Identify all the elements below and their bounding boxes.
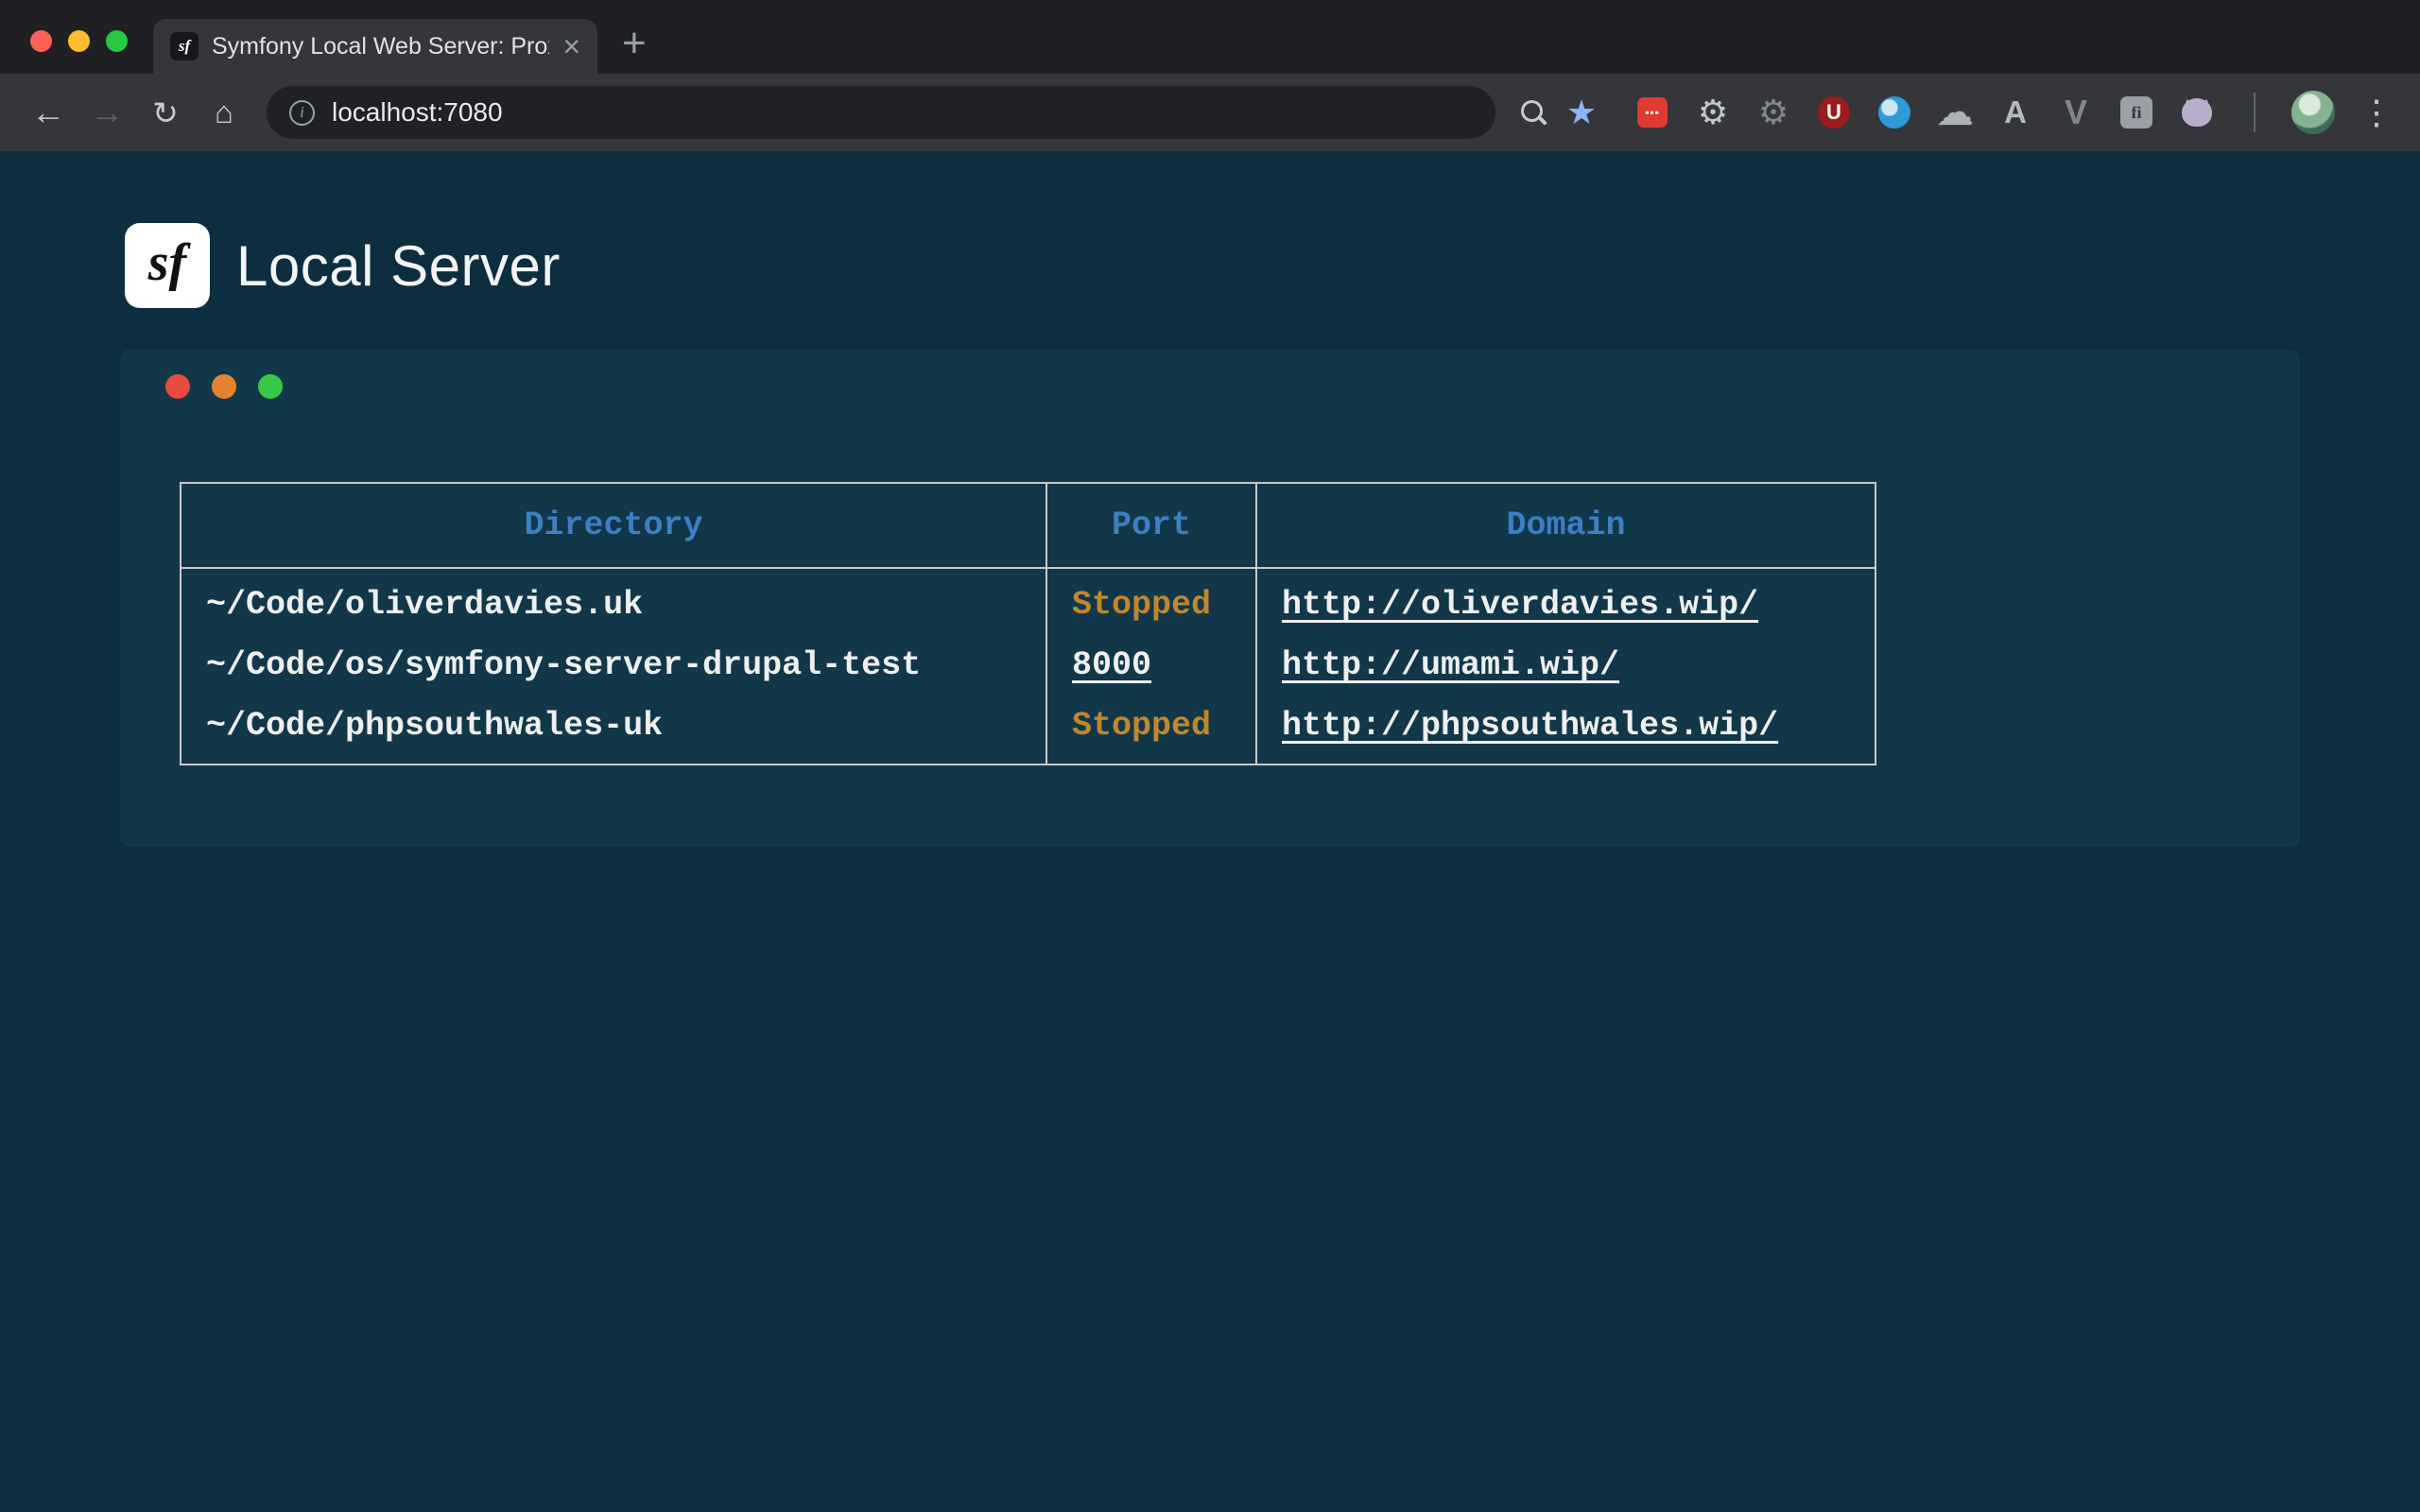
keyboard-extension-icon[interactable]: fi: [2116, 92, 2157, 133]
port-status: Stopped: [1046, 696, 1256, 765]
directory-cell: ~/Code/oliverdavies.uk: [181, 568, 1046, 635]
proxy-table: Directory Port Domain ~/Code/oliverdavie…: [180, 482, 1876, 765]
header-domain: Domain: [1256, 483, 1876, 568]
domain-link[interactable]: http://phpsouthwales.wip/: [1282, 707, 1778, 745]
tab-close-icon[interactable]: ×: [562, 31, 580, 61]
blue-circle-extension-glyph: [1878, 96, 1910, 129]
cloud-extension-icon[interactable]: ☁: [1934, 92, 1976, 133]
profile-avatar[interactable]: [2291, 91, 2335, 134]
page-title: Local Server: [236, 233, 561, 299]
zoom-icon[interactable]: [1511, 91, 1554, 134]
octocat-extension-glyph: [2182, 98, 2212, 127]
directory-cell: ~/Code/os/symfony-server-drupal-test: [181, 635, 1046, 696]
symfony-logo: sf: [125, 223, 210, 308]
domain-link[interactable]: http://oliverdavies.wip/: [1282, 586, 1758, 624]
table-header-row: Directory Port Domain: [181, 483, 1876, 568]
window-zoom-button[interactable]: [106, 30, 128, 52]
table-row: ~/Code/os/symfony-server-drupal-test 800…: [181, 635, 1876, 696]
terminal-dot-green: [258, 374, 283, 399]
forward-button[interactable]: →: [79, 93, 134, 132]
ublock-extension-glyph: U: [1818, 96, 1850, 129]
blue-circle-extension-icon[interactable]: [1874, 92, 1915, 133]
header-directory: Directory: [181, 483, 1046, 568]
keyboard-extension-glyph: fi: [2120, 96, 2152, 129]
port-status: Stopped: [1046, 568, 1256, 635]
red-grid-extension-icon[interactable]: •••: [1632, 92, 1673, 133]
header-port: Port: [1046, 483, 1256, 568]
letter-v-extension-icon[interactable]: V: [2055, 92, 2097, 133]
domain-link[interactable]: http://umami.wip/: [1282, 646, 1619, 684]
symfony-favicon-icon: sf: [170, 32, 199, 60]
browser-menu-button[interactable]: ⋮: [2354, 93, 2399, 132]
ublock-extension-icon[interactable]: U: [1813, 92, 1855, 133]
gear-extension-icon[interactable]: ⚙: [1692, 92, 1734, 133]
cog-extension-icon[interactable]: ⚙: [1753, 92, 1794, 133]
toolbar-separator: [2254, 93, 2256, 132]
extensions-row: ••• ⚙ ⚙ U ☁ A V fi ⋮: [1632, 91, 2399, 134]
red-grid-extension-glyph: •••: [1637, 97, 1668, 128]
site-info-icon[interactable]: i: [289, 100, 315, 126]
back-button[interactable]: ←: [21, 93, 76, 132]
url-text[interactable]: localhost:7080: [332, 97, 503, 128]
tab-strip: sf Symfony Local Web Server: Prox × +: [0, 0, 2420, 74]
url-bar[interactable]: i localhost:7080: [267, 86, 1495, 139]
window-minimize-button[interactable]: [68, 30, 90, 52]
tab-title: Symfony Local Web Server: Prox: [212, 33, 549, 60]
bookmark-star-icon[interactable]: ★: [1558, 93, 1605, 132]
macos-traffic-lights: [30, 30, 128, 52]
window-close-button[interactable]: [30, 30, 52, 52]
terminal-card: Directory Port Domain ~/Code/oliverdavie…: [120, 350, 2300, 847]
reload-button[interactable]: ↻: [138, 94, 193, 131]
terminal-dot-orange: [212, 374, 236, 399]
browser-toolbar: ← → ↻ ⌂ i localhost:7080 ★ ••• ⚙ ⚙ U ☁ A…: [0, 74, 2420, 151]
home-button[interactable]: ⌂: [197, 94, 251, 130]
new-tab-button[interactable]: +: [622, 23, 647, 64]
browser-tab[interactable]: sf Symfony Local Web Server: Prox ×: [153, 19, 597, 74]
brand-header: sf Local Server: [0, 151, 2420, 308]
letter-a-extension-icon[interactable]: A: [1995, 92, 2036, 133]
terminal-dot-red: [165, 374, 190, 399]
octocat-extension-icon[interactable]: [2176, 92, 2218, 133]
directory-cell: ~/Code/phpsouthwales-uk: [181, 696, 1046, 765]
symfony-logo-glyph: sf: [148, 232, 186, 293]
table-row: ~/Code/phpsouthwales-uk Stopped http://p…: [181, 696, 1876, 765]
table-row: ~/Code/oliverdavies.uk Stopped http://ol…: [181, 568, 1876, 635]
terminal-window-dots: [165, 374, 2300, 399]
port-link[interactable]: 8000: [1072, 646, 1151, 684]
